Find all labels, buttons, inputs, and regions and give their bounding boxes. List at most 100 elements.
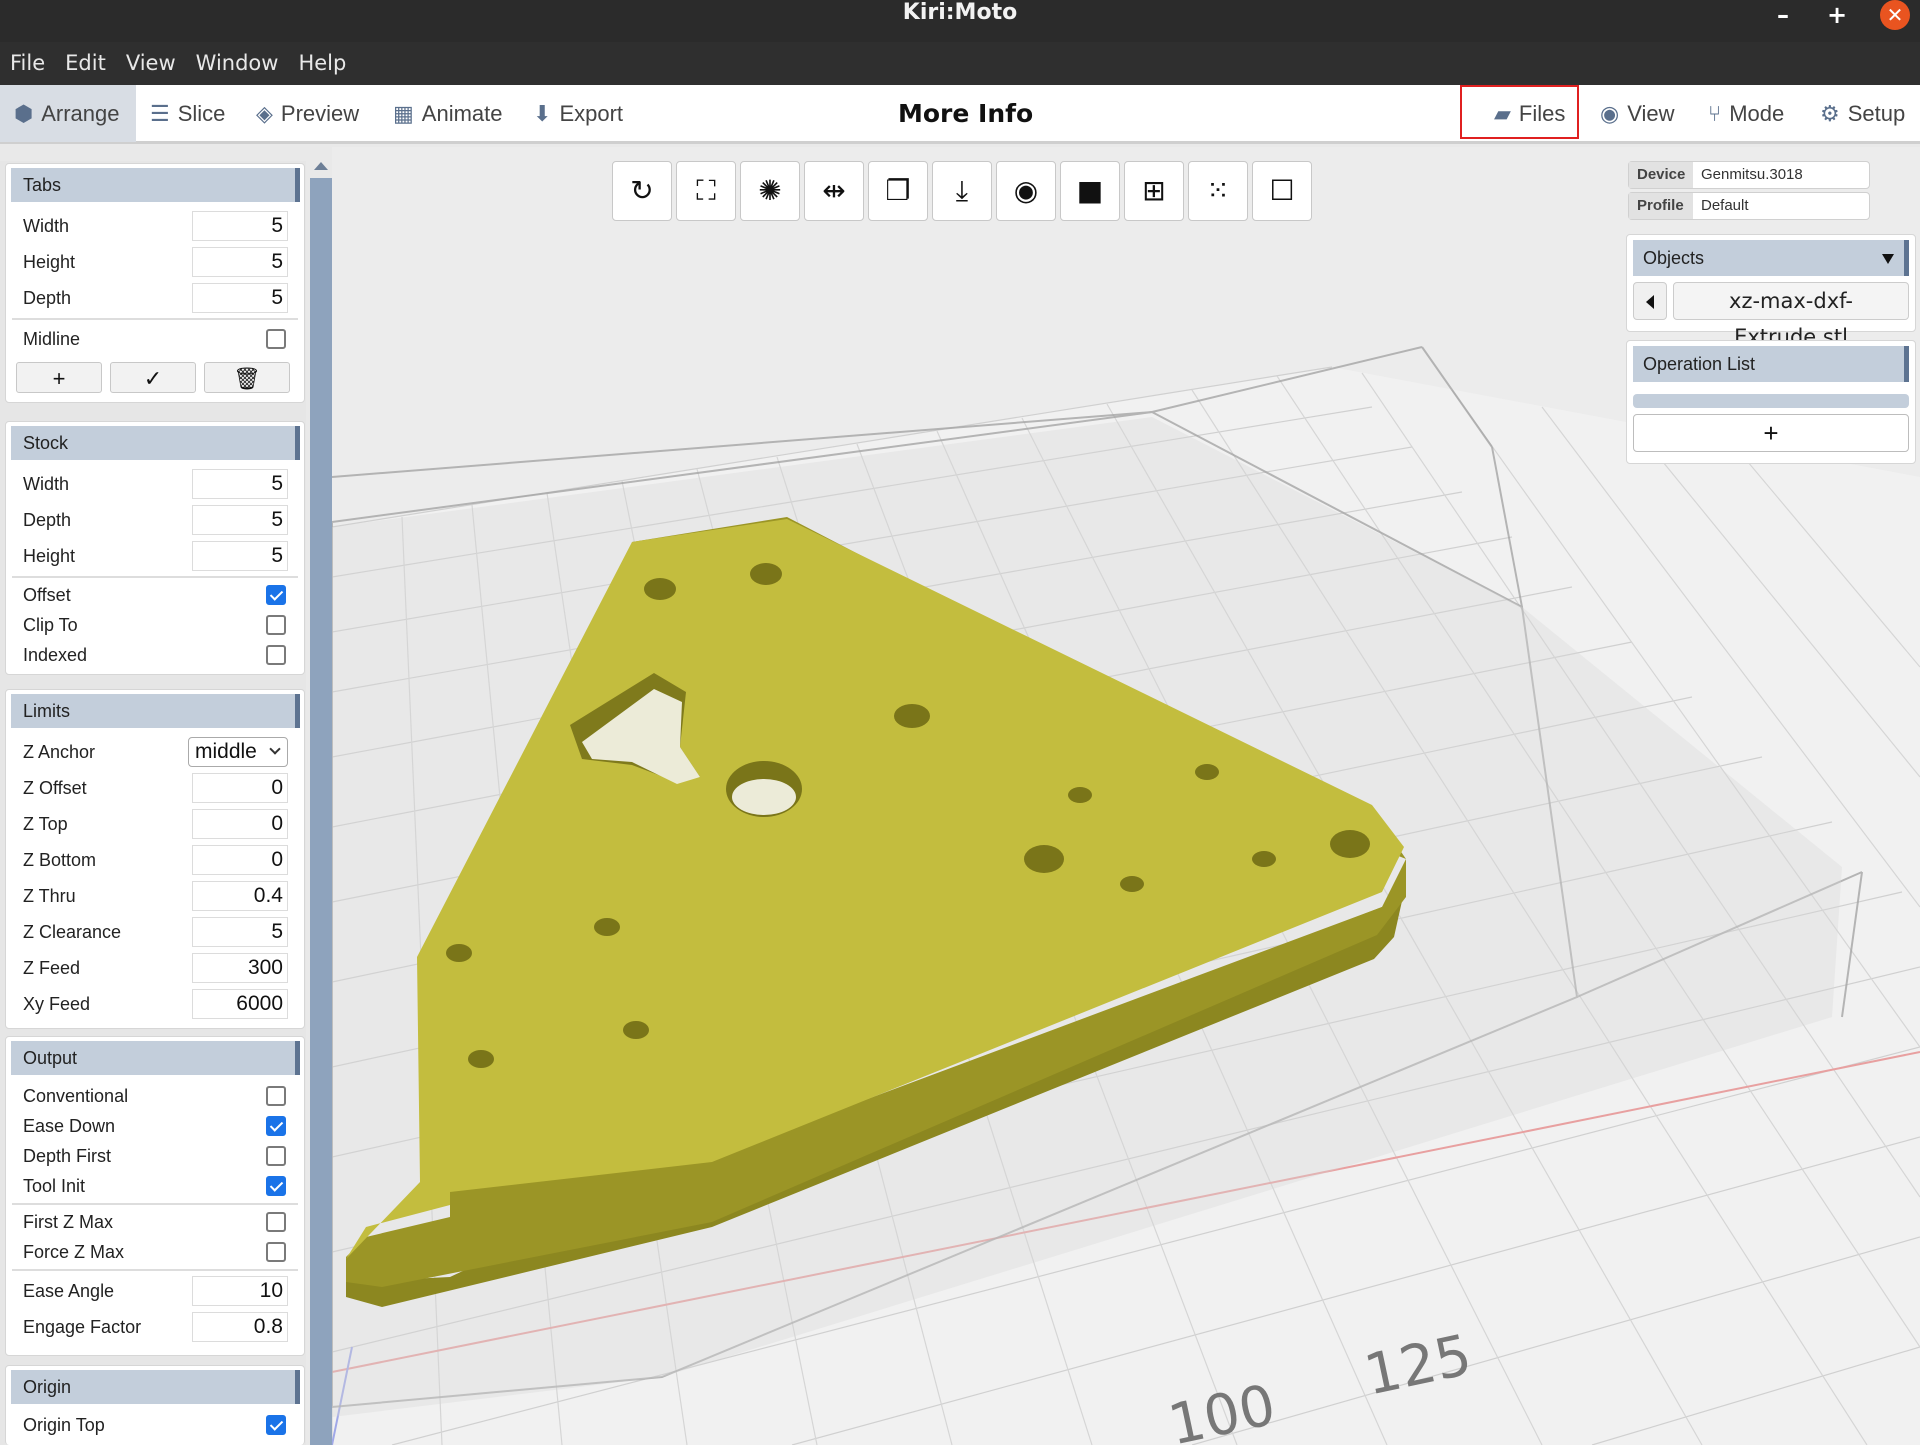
more-info-link[interactable]: More Info	[898, 85, 1033, 142]
z-clearance-input[interactable]: 5	[192, 917, 288, 947]
z-top-input[interactable]: 0	[192, 809, 288, 839]
tab-animate[interactable]: ▦ Animate	[393, 85, 503, 142]
grid-icon[interactable]: ⊞	[1124, 161, 1184, 221]
copy-icon[interactable]: ❐	[868, 161, 928, 221]
xy-feed-input[interactable]: 6000	[192, 989, 288, 1019]
objects-header[interactable]: Objects	[1633, 240, 1909, 276]
device-key: Device	[1629, 162, 1693, 188]
stock-height-input[interactable]: 5	[192, 541, 288, 571]
z-anchor-label: Z Anchor	[23, 742, 96, 762]
folder-icon: ▰	[1494, 101, 1511, 126]
files-button[interactable]: ▰ Files	[1494, 85, 1565, 142]
tabs-depth-input[interactable]: 5	[192, 283, 288, 313]
tabs-header[interactable]: Tabs	[11, 168, 300, 202]
tab-export[interactable]: ⬇ Export	[533, 85, 623, 142]
tab-arrange[interactable]: ⬢ Arrange	[0, 85, 136, 142]
operation-list-header[interactable]: Operation List	[1633, 346, 1909, 382]
z-anchor-select[interactable]: middle	[188, 737, 288, 767]
tool-init-checkbox[interactable]	[266, 1176, 286, 1196]
midline-checkbox[interactable]	[266, 329, 286, 349]
first-z-max-checkbox[interactable]	[266, 1212, 286, 1232]
z-offset-input[interactable]: 0	[192, 773, 288, 803]
force-z-max-checkbox[interactable]	[266, 1242, 286, 1262]
stock-header[interactable]: Stock	[11, 426, 300, 460]
menu-help[interactable]: Help	[288, 42, 356, 85]
app-window: Kiri:Moto – + ✕ File Edit View Window Help ⬢…	[0, 0, 1920, 1445]
reload-icon[interactable]: ↻	[612, 161, 672, 221]
setup-label: Setup	[1847, 101, 1906, 126]
setup-button[interactable]: ⚙ Setup	[1820, 85, 1905, 142]
dotted-grid-icon[interactable]: ⁙	[1188, 161, 1248, 221]
eye-icon[interactable]: ◉	[996, 161, 1056, 221]
accept-tab-button[interactable]: ✓	[110, 362, 196, 393]
fit-view-icon[interactable]: ⛶	[676, 161, 736, 221]
tabs-height-input[interactable]: 5	[192, 247, 288, 277]
output-header[interactable]: Output	[11, 1041, 300, 1075]
maximize-button[interactable]: +	[1822, 2, 1852, 28]
z-bottom-input[interactable]: 0	[192, 845, 288, 875]
arrows-horizontal-icon[interactable]: ⇹	[804, 161, 864, 221]
mode-button[interactable]: ⑂ Mode	[1708, 85, 1784, 142]
origin-top-label: Origin Top	[23, 1415, 105, 1435]
minimize-button[interactable]: –	[1768, 2, 1798, 28]
object-name[interactable]: xz-max-dxf-Extrude.stl	[1673, 282, 1909, 349]
view-button[interactable]: ◉ View	[1600, 85, 1675, 142]
limits-header[interactable]: Limits	[11, 694, 300, 728]
first-z-max-label: First Z Max	[23, 1212, 113, 1232]
device-row[interactable]: Device Genmitsu.3018	[1628, 161, 1870, 189]
z-offset-label: Z Offset	[23, 778, 87, 798]
left-scrollbar[interactable]	[310, 178, 332, 1445]
device-info: Device Genmitsu.3018 Profile Default	[1628, 161, 1870, 222]
z-thru-input[interactable]: 0.4	[192, 881, 288, 911]
ease-angle-input[interactable]: 10	[192, 1276, 288, 1306]
tabs-width-label: Width	[23, 216, 70, 236]
origin-group: Origin Origin Top	[5, 1365, 305, 1445]
stock-width-input[interactable]: 5	[192, 469, 288, 499]
depth-first-checkbox[interactable]	[266, 1146, 286, 1166]
engage-factor-input[interactable]: 0.8	[192, 1312, 288, 1342]
solid-square-icon[interactable]: ■	[1060, 161, 1120, 221]
indexed-checkbox[interactable]	[266, 645, 286, 665]
tabs-depth-label: Depth	[23, 288, 72, 308]
polyhedron-icon[interactable]: ✺	[740, 161, 800, 221]
origin-header[interactable]: Origin	[11, 1370, 300, 1404]
title-bar: Kiri:Moto – + ✕	[0, 0, 1920, 42]
empty-square-icon[interactable]: ☐	[1252, 161, 1312, 221]
offset-checkbox[interactable]	[266, 585, 286, 605]
drop-to-bed-icon[interactable]: ⤓	[932, 161, 992, 221]
tab-preview-label: Preview	[280, 101, 360, 126]
conventional-label: Conventional	[23, 1086, 129, 1106]
stock-group: Stock Width 5 Depth 5 Height 5 Offset Clip …	[5, 421, 305, 675]
tab-slice[interactable]: ☰ Slice	[150, 85, 225, 142]
scroll-up-icon[interactable]	[314, 162, 328, 170]
menu-window[interactable]: Window	[186, 42, 289, 85]
tool-init-label: Tool Init	[23, 1176, 86, 1196]
z-anchor-value: middle	[195, 740, 257, 763]
menu-view[interactable]: View	[116, 42, 186, 85]
origin-top-checkbox[interactable]	[266, 1415, 286, 1435]
tabs-width-input[interactable]: 5	[192, 211, 288, 241]
add-operation-button[interactable]: +	[1633, 414, 1909, 452]
profile-row[interactable]: Profile Default	[1628, 192, 1870, 220]
tab-preview[interactable]: ◈ Preview	[256, 85, 359, 142]
tab-arrange-label: Arrange	[41, 101, 120, 126]
z-clearance-label: Z Clearance	[23, 922, 122, 942]
add-tab-button[interactable]: +	[16, 362, 102, 393]
close-button[interactable]: ✕	[1880, 0, 1910, 30]
menu-file[interactable]: File	[0, 42, 55, 85]
z-thru-label: Z Thru	[23, 886, 76, 906]
menu-edit[interactable]: Edit	[55, 42, 116, 85]
clip-to-checkbox[interactable]	[266, 615, 286, 635]
z-feed-input[interactable]: 300	[192, 953, 288, 983]
midline-label: Midline	[23, 329, 81, 349]
object-row: xz-max-dxf-Extrude.stl	[1633, 282, 1909, 349]
chevron-down-icon	[269, 743, 281, 755]
download-file-icon: ⬇	[533, 101, 552, 126]
tab-animate-label: Animate	[421, 101, 503, 126]
collapse-left-icon[interactable]	[1633, 282, 1667, 320]
conventional-checkbox[interactable]	[266, 1086, 286, 1106]
delete-tab-button[interactable]: 🗑	[204, 362, 290, 393]
ease-down-checkbox[interactable]	[266, 1116, 286, 1136]
tabs-height-label: Height	[23, 252, 76, 272]
stock-depth-input[interactable]: 5	[192, 505, 288, 535]
